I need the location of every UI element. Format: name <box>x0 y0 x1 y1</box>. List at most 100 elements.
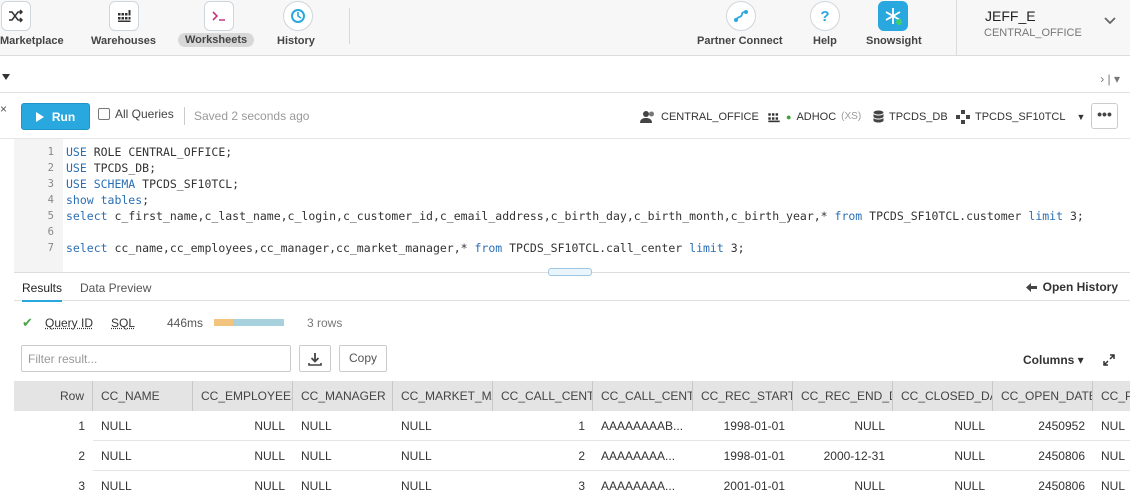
more-options-button[interactable]: ••• <box>1091 103 1118 129</box>
expand-icon[interactable] <box>1103 354 1115 366</box>
nav-marketplace[interactable]: Marketplace <box>0 0 70 56</box>
table-cell[interactable]: 2000-12-31 <box>793 441 893 471</box>
nav-snowsight[interactable]: Snowsight <box>864 0 928 56</box>
column-header[interactable]: CC_NAME <box>93 381 193 411</box>
table-cell[interactable]: NULL <box>793 411 893 441</box>
sql-editor[interactable]: 1 USE ROLE CENTRAL_OFFICE; 2 USE TPCDS_DB; 3… <box>14 139 1130 272</box>
line-number: 4 <box>47 194 54 206</box>
column-header[interactable]: CC_REC_END_D <box>793 381 893 411</box>
close-icon[interactable]: × <box>0 102 7 116</box>
code-text: show tables; <box>66 192 149 208</box>
line-number: 6 <box>47 226 54 238</box>
tab-data-preview[interactable]: Data Preview <box>80 281 151 295</box>
sql-link[interactable]: SQL <box>111 316 135 330</box>
table-cell[interactable]: 2450806 <box>993 471 1093 498</box>
table-cell[interactable]: NULL <box>893 471 993 498</box>
column-header[interactable]: CC_MARKET_MA <box>393 381 493 411</box>
table-cell[interactable]: NUL <box>1093 411 1130 441</box>
table-cell[interactable]: NULL <box>793 471 893 498</box>
table-cell[interactable]: 3 <box>493 471 593 498</box>
table-cell[interactable]: 2450952 <box>993 411 1093 441</box>
table-row[interactable]: 1 NULL NULL NULL NULL 1 AAAAAAAAB... 1998-01-01… <box>14 411 1130 441</box>
table-cell[interactable]: NULL <box>93 471 193 498</box>
table-row[interactable]: 2 NULL NULL NULL NULL 2 AAAAAAAA... 1998-01-01 2… <box>14 441 1130 471</box>
run-button[interactable]: Run <box>21 103 90 130</box>
sql-keyword: limit <box>689 241 724 255</box>
all-queries-checkbox[interactable]: All Queries <box>98 107 174 121</box>
table-cell[interactable]: AAAAAAAAB... <box>593 411 693 441</box>
table-cell[interactable]: NULL <box>193 441 293 471</box>
checkbox-box[interactable] <box>98 108 110 120</box>
table-cell[interactable]: NULL <box>293 411 393 441</box>
table-cell[interactable]: 2450806 <box>993 441 1093 471</box>
context-warehouse[interactable]: ● ADHOC (XS) <box>767 110 861 123</box>
nav-history[interactable]: History <box>273 0 323 56</box>
column-header[interactable]: CC_MANAGER <box>293 381 393 411</box>
caret-down-icon[interactable] <box>2 74 10 80</box>
table-cell[interactable]: NULL <box>293 471 393 498</box>
table-cell[interactable]: 1998-01-01 <box>693 441 793 471</box>
sql-text: TPCDS_DB; <box>86 161 157 175</box>
download-button[interactable] <box>299 345 331 372</box>
context-role[interactable]: CENTRAL_OFFICE <box>640 110 759 123</box>
tab-scroll-controls[interactable]: › | ▾ <box>1100 72 1120 86</box>
sql-text: 3; <box>723 241 745 255</box>
user-menu[interactable]: JEFF_E CENTRAL_OFFICE <box>956 0 1130 56</box>
code-text: USE SCHEMA TPCDS_SF10TCL; <box>66 176 239 192</box>
table-cell[interactable]: NUL <box>1093 471 1130 498</box>
nav-partner-connect[interactable]: Partner Connect <box>694 0 788 56</box>
query-id-link[interactable]: Query ID <box>45 316 93 330</box>
table-cell[interactable]: NULL <box>193 471 293 498</box>
duration-bar <box>214 319 284 326</box>
worksheet-tab-bar: › | ▾ <box>0 56 1130 93</box>
row-number[interactable]: 1 <box>14 411 93 441</box>
database-icon <box>873 110 884 123</box>
nav-label-worksheets: Worksheets <box>178 33 255 47</box>
table-cell[interactable]: NULL <box>393 471 493 498</box>
column-header[interactable]: CC_EMPLOYEES <box>193 381 293 411</box>
table-row[interactable]: 3 NULL NULL NULL NULL 3 AAAAAAAA... 2001-01-01 N… <box>14 471 1130 498</box>
top-navigation: Marketplace Warehouses Worksheets Histor… <box>0 0 1130 56</box>
row-number[interactable]: 2 <box>14 441 93 471</box>
table-cell[interactable]: NULL <box>93 411 193 441</box>
copy-button[interactable]: Copy <box>339 345 387 372</box>
table-cell[interactable]: NULL <box>93 441 193 471</box>
table-cell[interactable]: NULL <box>393 411 493 441</box>
column-header[interactable]: CC_CLOSED_DA <box>893 381 993 411</box>
context-database[interactable]: TPCDS_DB <box>873 110 948 123</box>
table-cell[interactable]: NULL <box>893 441 993 471</box>
table-cell[interactable]: 2001-01-01 <box>693 471 793 498</box>
column-header[interactable]: CC_REC_START_ <box>693 381 793 411</box>
table-cell[interactable]: 1 <box>493 411 593 441</box>
nav-worksheets[interactable]: Worksheets <box>178 0 260 56</box>
context-warehouse-size: (XS) <box>841 111 862 122</box>
table-cell[interactable]: 2 <box>493 441 593 471</box>
row-number[interactable]: 3 <box>14 471 93 498</box>
table-cell[interactable]: NULL <box>393 441 493 471</box>
table-cell[interactable]: NULL <box>293 441 393 471</box>
column-header[interactable]: CC_P <box>1093 381 1130 411</box>
table-cell[interactable]: NULL <box>893 411 993 441</box>
user-role: CENTRAL_OFFICE <box>984 27 1082 39</box>
user-name: JEFF_E <box>985 8 1036 24</box>
column-header[interactable]: CC_CALL_CENT <box>593 381 693 411</box>
table-cell[interactable]: NULL <box>193 411 293 441</box>
column-header[interactable]: Row <box>14 381 93 411</box>
column-header[interactable]: CC_OPEN_DATE <box>993 381 1093 411</box>
sql-keyword: from <box>834 209 863 223</box>
code-text: USE ROLE CENTRAL_OFFICE; <box>66 144 232 160</box>
table-cell[interactable]: 1998-01-01 <box>693 411 793 441</box>
check-icon: ✔ <box>22 315 33 330</box>
table-cell[interactable]: AAAAAAAA... <box>593 441 693 471</box>
tab-results[interactable]: Results <box>22 281 63 302</box>
nav-help[interactable]: ? Help <box>808 0 842 56</box>
nav-warehouses[interactable]: Warehouses <box>86 0 164 56</box>
context-schema[interactable]: TPCDS_SF10TCL ▼ <box>956 110 1085 124</box>
table-cell[interactable]: AAAAAAAA... <box>593 471 693 498</box>
columns-dropdown[interactable]: Columns ▾ <box>1023 353 1084 367</box>
open-history-button[interactable]: Open History <box>1025 280 1118 294</box>
history-icon <box>283 1 313 31</box>
filter-result-input[interactable] <box>21 345 291 372</box>
column-header[interactable]: CC_CALL_CENT <box>493 381 593 411</box>
table-cell[interactable]: NUL <box>1093 441 1130 471</box>
